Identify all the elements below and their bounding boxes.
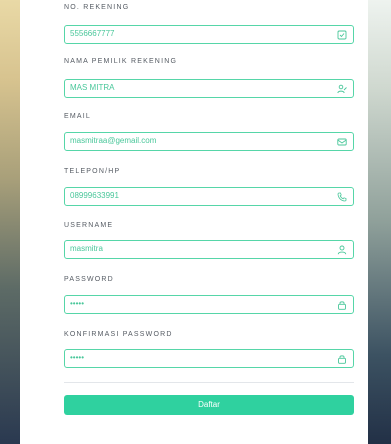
field-label: PASSWORD [64,276,114,283]
field-email: EMAIL masmitraa@gemail.com [44,113,354,155]
field-telepon: TELEPON/HP 08999633991 [44,168,354,210]
background-photo-right [367,0,391,444]
user-icon [337,245,347,255]
document-check-icon [337,30,347,40]
phone-icon [337,192,347,202]
user-edit-icon [337,84,347,94]
field-label: USERNAME [64,222,114,229]
password-input[interactable]: ••••• [64,295,354,314]
mail-icon [337,138,347,146]
field-konfirmasi-password: KONFIRMASI PASSWORD ••••• [44,331,354,373]
email-input[interactable]: masmitraa@gemail.com [64,132,354,151]
email-value: masmitraa@gemail.com [70,136,157,145]
field-label: TELEPON/HP [64,168,121,175]
konfirmasi-password-input[interactable]: ••••• [64,349,354,368]
field-nama-pemilik: NAMA PEMILIK REKENING MAS MITRA [44,58,354,100]
telepon-value: 08999633991 [70,191,119,200]
nama-pemilik-value: MAS MITRA [70,83,115,92]
konfirmasi-password-value: ••••• [70,353,85,362]
no-rekening-input[interactable]: 5556667777 [64,25,354,44]
field-label: NAMA PEMILIK REKENING [64,58,178,65]
field-username: USERNAME masmitra [44,222,354,264]
field-no-rekening: NO. REKENING 5556667777 [44,4,354,46]
nama-pemilik-input[interactable]: MAS MITRA [64,79,354,98]
password-value: ••••• [70,299,85,308]
lock-icon [338,355,346,364]
daftar-button[interactable]: Daftar [64,395,354,415]
field-label: EMAIL [64,113,92,120]
field-label: KONFIRMASI PASSWORD [64,331,173,338]
username-value: masmitra [70,244,103,253]
username-input[interactable]: masmitra [64,240,354,259]
lock-icon [338,301,346,310]
no-rekening-value: 5556667777 [70,29,115,38]
field-label: NO. REKENING [64,4,130,11]
field-password: PASSWORD ••••• [44,276,354,318]
telepon-input[interactable]: 08999633991 [64,187,354,206]
form-divider [64,382,354,383]
